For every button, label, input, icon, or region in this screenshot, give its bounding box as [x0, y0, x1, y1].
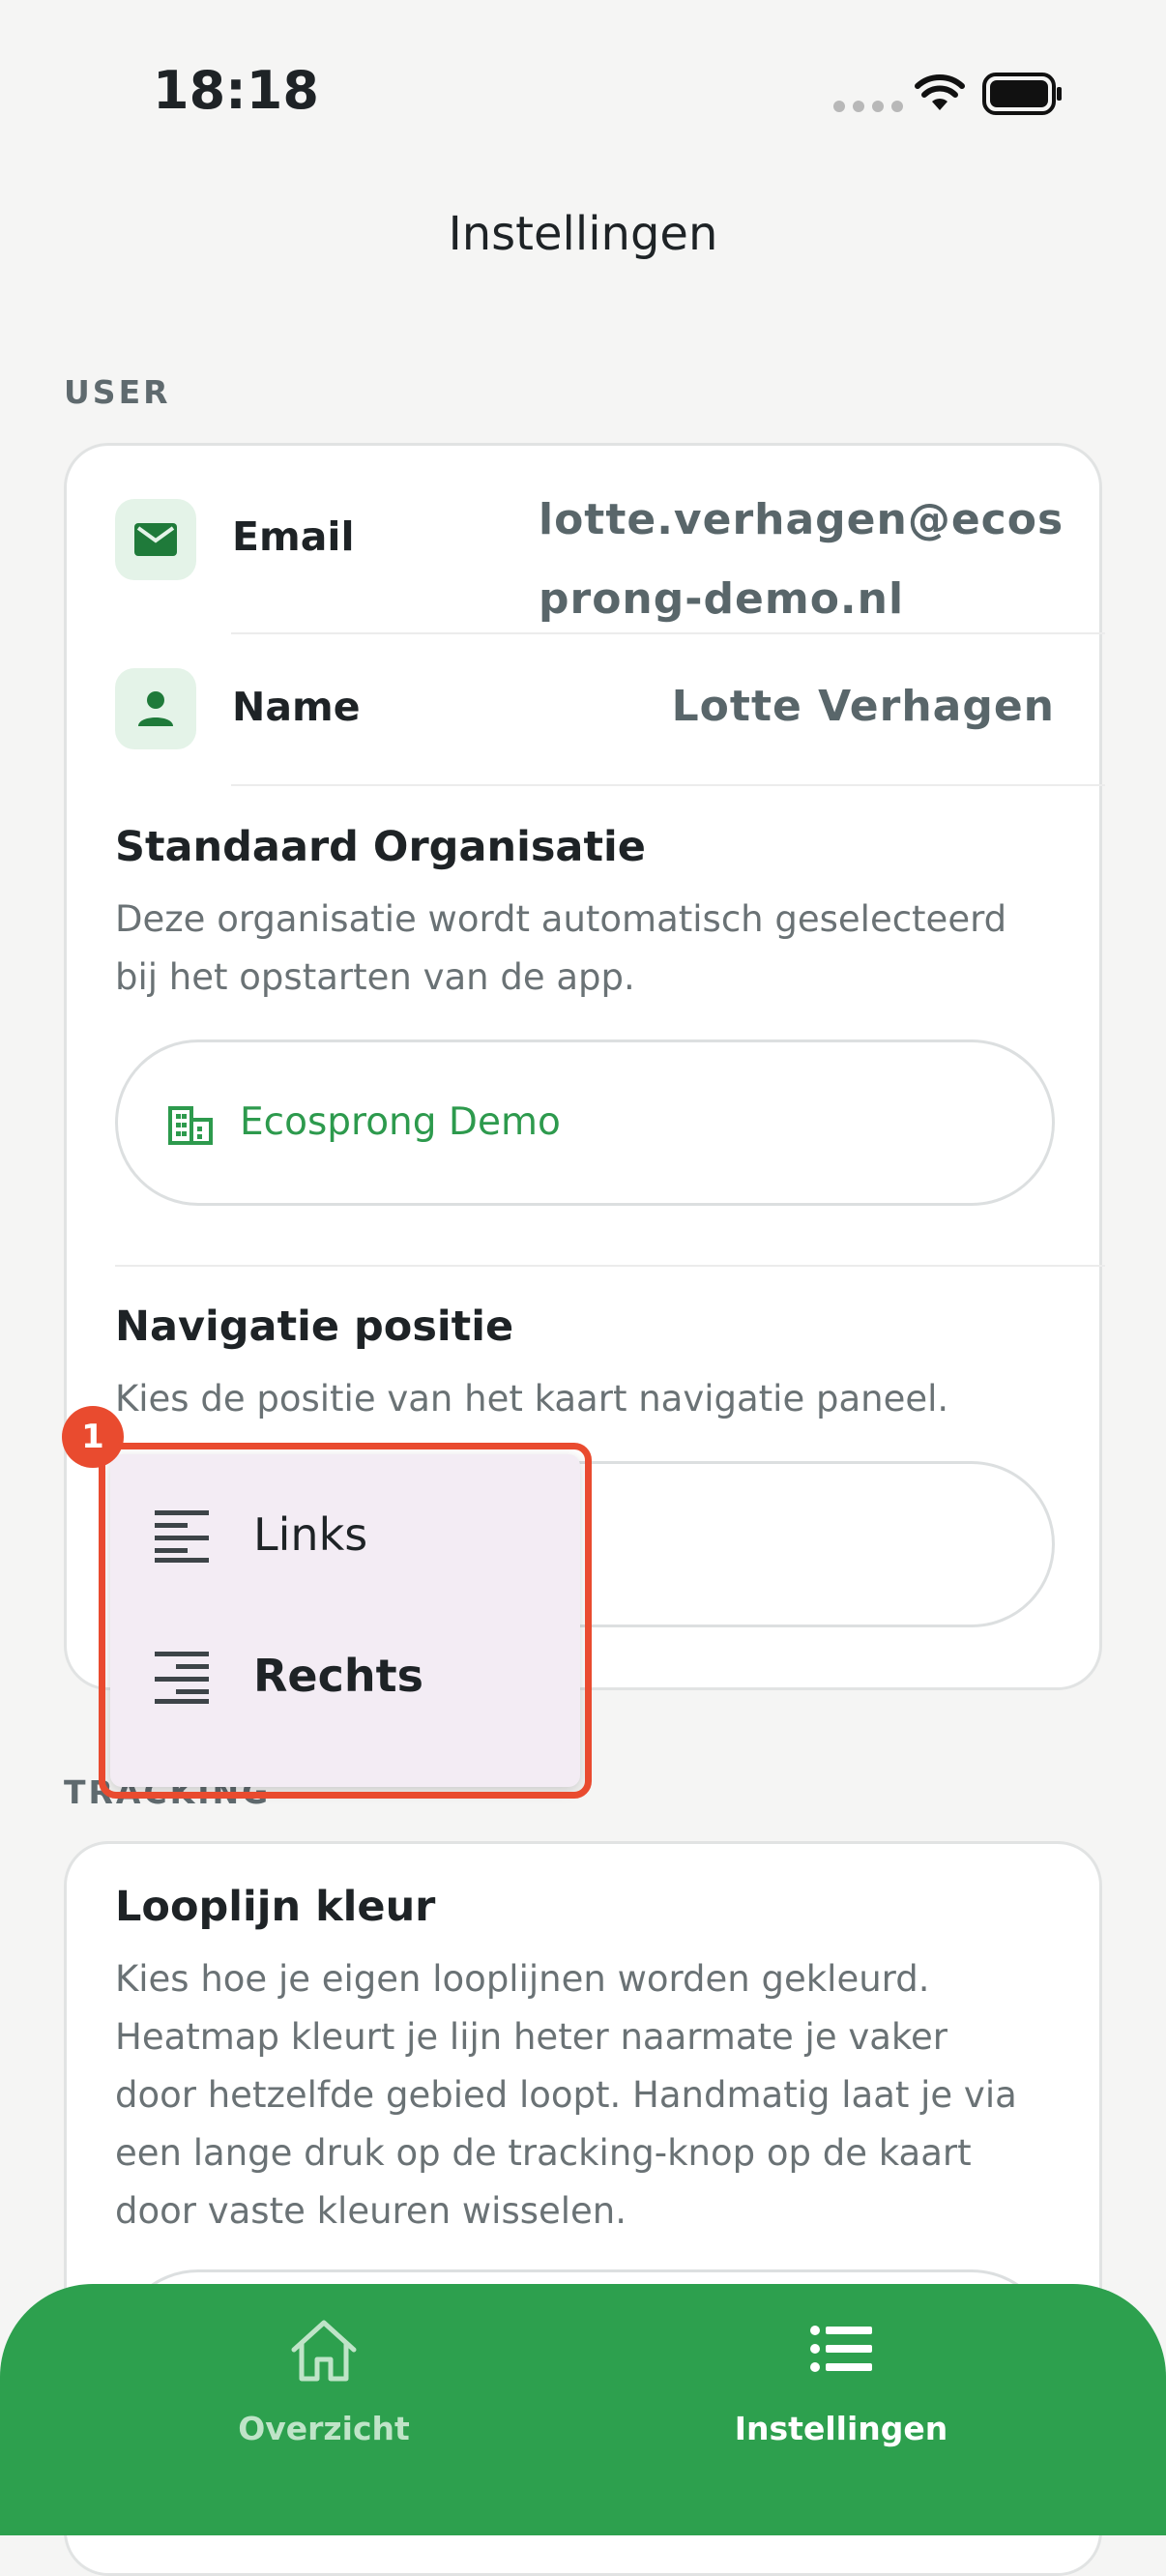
line-color-description-line: Kies hoe je eigen looplijnen worden gekl…: [115, 1958, 930, 2000]
default-org-description-line2: bij het opstarten van de app.: [115, 956, 635, 998]
organization-select-value: Ecosprong Demo: [240, 1100, 561, 1144]
divider: [231, 632, 1105, 634]
building-icon: [168, 1106, 213, 1145]
divider: [231, 784, 1105, 786]
default-org-description-line1: Deze organisatie wordt automatisch gesel…: [115, 898, 1007, 940]
annotation-badge: 1: [62, 1406, 124, 1468]
line-color-description: Kies hoe je eigen looplijnen worden gekl…: [115, 1950, 1017, 2240]
name-label: Name: [232, 684, 361, 730]
email-icon-tile: [115, 499, 196, 580]
tab-overzicht[interactable]: Overzicht: [184, 2313, 464, 2487]
nav-position-description: Kies de positie van het kaart navigatie …: [115, 1378, 949, 1420]
status-time: 18:18: [153, 60, 319, 121]
email-icon: [134, 523, 177, 556]
name-icon-tile: [115, 668, 196, 749]
default-org-title: Standaard Organisatie: [115, 823, 646, 871]
email-value-line1: lotte.verhagen@ecos: [539, 495, 1064, 544]
tab-instellingen[interactable]: Instellingen: [696, 2313, 986, 2487]
bottom-tab-bar: Overzicht Instellingen: [0, 2284, 1166, 2535]
wifi-icon: [915, 74, 965, 110]
divider: [115, 1265, 1105, 1267]
tab-label: Instellingen: [734, 2410, 948, 2447]
nav-position-title: Navigatie positie: [115, 1303, 514, 1351]
line-color-description-line: door hetzelfde gebied loopt. Handmatig l…: [115, 2074, 1017, 2116]
page-title: Instellingen: [448, 207, 718, 261]
default-org-description: Deze organisatie wordt automatisch gesel…: [115, 891, 1006, 1007]
line-color-description-line: door vaste kleuren wisselen.: [115, 2190, 627, 2232]
person-icon: [138, 691, 173, 726]
section-label-user: USER: [64, 373, 171, 411]
name-value: Lotte Verhagen: [671, 682, 1055, 731]
email-value-line2: prong-demo.nl: [539, 574, 905, 624]
highlight-box: [99, 1443, 592, 1799]
line-color-description-line: een lange druk op de tracking-knop op de…: [115, 2132, 972, 2174]
cellular-signal-icon: [833, 101, 903, 112]
line-color-description-line: Heatmap kleurt je lijn heter naarmate je…: [115, 2016, 948, 2058]
email-label: Email: [232, 513, 355, 560]
list-icon: [810, 2326, 872, 2372]
tab-label: Overzicht: [238, 2410, 410, 2447]
email-value: lotte.verhagen@ecos prong-demo.nl: [539, 481, 1064, 639]
organization-select[interactable]: Ecosprong Demo: [115, 1039, 1055, 1206]
battery-icon: [982, 73, 1062, 115]
home-icon: [291, 2320, 357, 2382]
line-color-title: Looplijn kleur: [115, 1883, 436, 1931]
